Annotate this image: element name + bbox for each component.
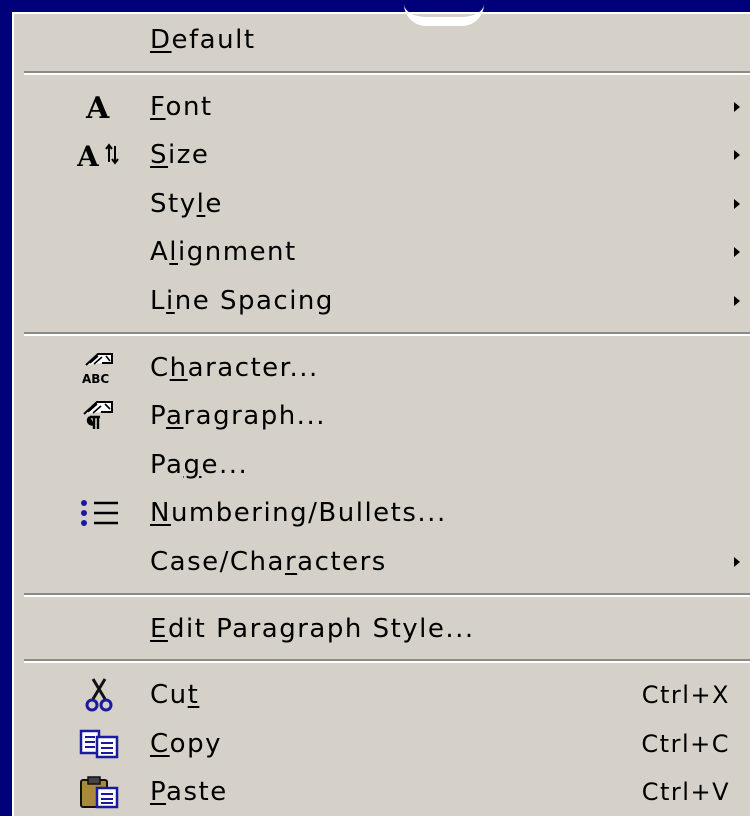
bullet-list-icon [74, 491, 126, 535]
menu-item-label: Edit Paragraph Style... [150, 613, 475, 644]
submenu-arrow-icon [734, 296, 740, 306]
menu-item-default[interactable]: Default [14, 16, 750, 64]
menu-item-label: Paste [150, 777, 228, 808]
menu-item-line-spacing[interactable]: Line Spacing [14, 277, 750, 325]
menu-separator [24, 659, 750, 664]
menu-item-label: Page... [150, 449, 249, 480]
menu-item-label: Character... [150, 352, 319, 383]
menu-item-cut[interactable]: Cut Ctrl+X [14, 671, 750, 719]
paragraph-icon [74, 394, 126, 438]
svg-text:A: A [85, 92, 110, 122]
menu-separator [24, 592, 750, 597]
submenu-arrow-icon [734, 247, 740, 258]
menu-item-label: Alignment [150, 237, 297, 268]
submenu-arrow-icon [734, 101, 740, 112]
menu-item-paragraph[interactable]: Paragraph... [14, 392, 750, 440]
shortcut-label: Ctrl+V [641, 778, 730, 807]
submenu-arrow-icon [734, 557, 740, 567]
menu-item-label: Style [150, 188, 223, 219]
menu-item-page[interactable]: Page... [14, 441, 750, 489]
copy-icon [74, 722, 126, 766]
menu-item-style[interactable]: Style [14, 180, 750, 228]
menu-item-character[interactable]: ABC Character... [14, 344, 750, 392]
scissors-icon [74, 673, 126, 717]
menu-item-alignment[interactable]: Alignment [14, 228, 750, 276]
font-a-icon: A [74, 85, 126, 129]
shortcut-label: Ctrl+X [641, 681, 730, 710]
menu-item-label: Line Spacing [150, 286, 334, 316]
context-menu: Default A Font A Size Style Alignment Line Spac… [12, 12, 750, 816]
menu-item-paste[interactable]: Paste Ctrl+V [14, 768, 750, 816]
menu-item-label: Case/Characters [150, 547, 387, 577]
menu-item-edit-paragraph-style[interactable]: Edit Paragraph Style... [14, 605, 750, 653]
menu-separator [24, 70, 750, 75]
menu-separator [24, 331, 750, 336]
menu-item-numbering-bullets[interactable]: Numbering/Bullets... [14, 489, 750, 537]
menu-item-copy[interactable]: Copy Ctrl+C [14, 720, 750, 768]
menu-item-label: Size [150, 140, 210, 171]
svg-text:A: A [77, 140, 100, 170]
menu-item-label: Font [150, 91, 213, 122]
menu-item-label: Copy [150, 728, 222, 759]
menu-item-label: Default [150, 25, 256, 55]
menu-item-size[interactable]: A Size [14, 131, 750, 179]
submenu-arrow-icon [734, 198, 740, 209]
font-size-icon: A [74, 133, 126, 177]
menu-item-case-characters[interactable]: Case/Characters [14, 538, 750, 586]
paste-icon [74, 770, 126, 814]
character-icon: ABC [74, 346, 126, 390]
menu-item-label: Paragraph... [150, 401, 326, 432]
shortcut-label: Ctrl+C [641, 729, 730, 758]
menu-item-font[interactable]: A Font [14, 83, 750, 131]
menu-item-label: Numbering/Bullets... [150, 498, 447, 529]
svg-text:ABC: ABC [82, 372, 109, 385]
submenu-arrow-icon [734, 150, 740, 161]
menu-item-label: Cut [150, 680, 200, 711]
